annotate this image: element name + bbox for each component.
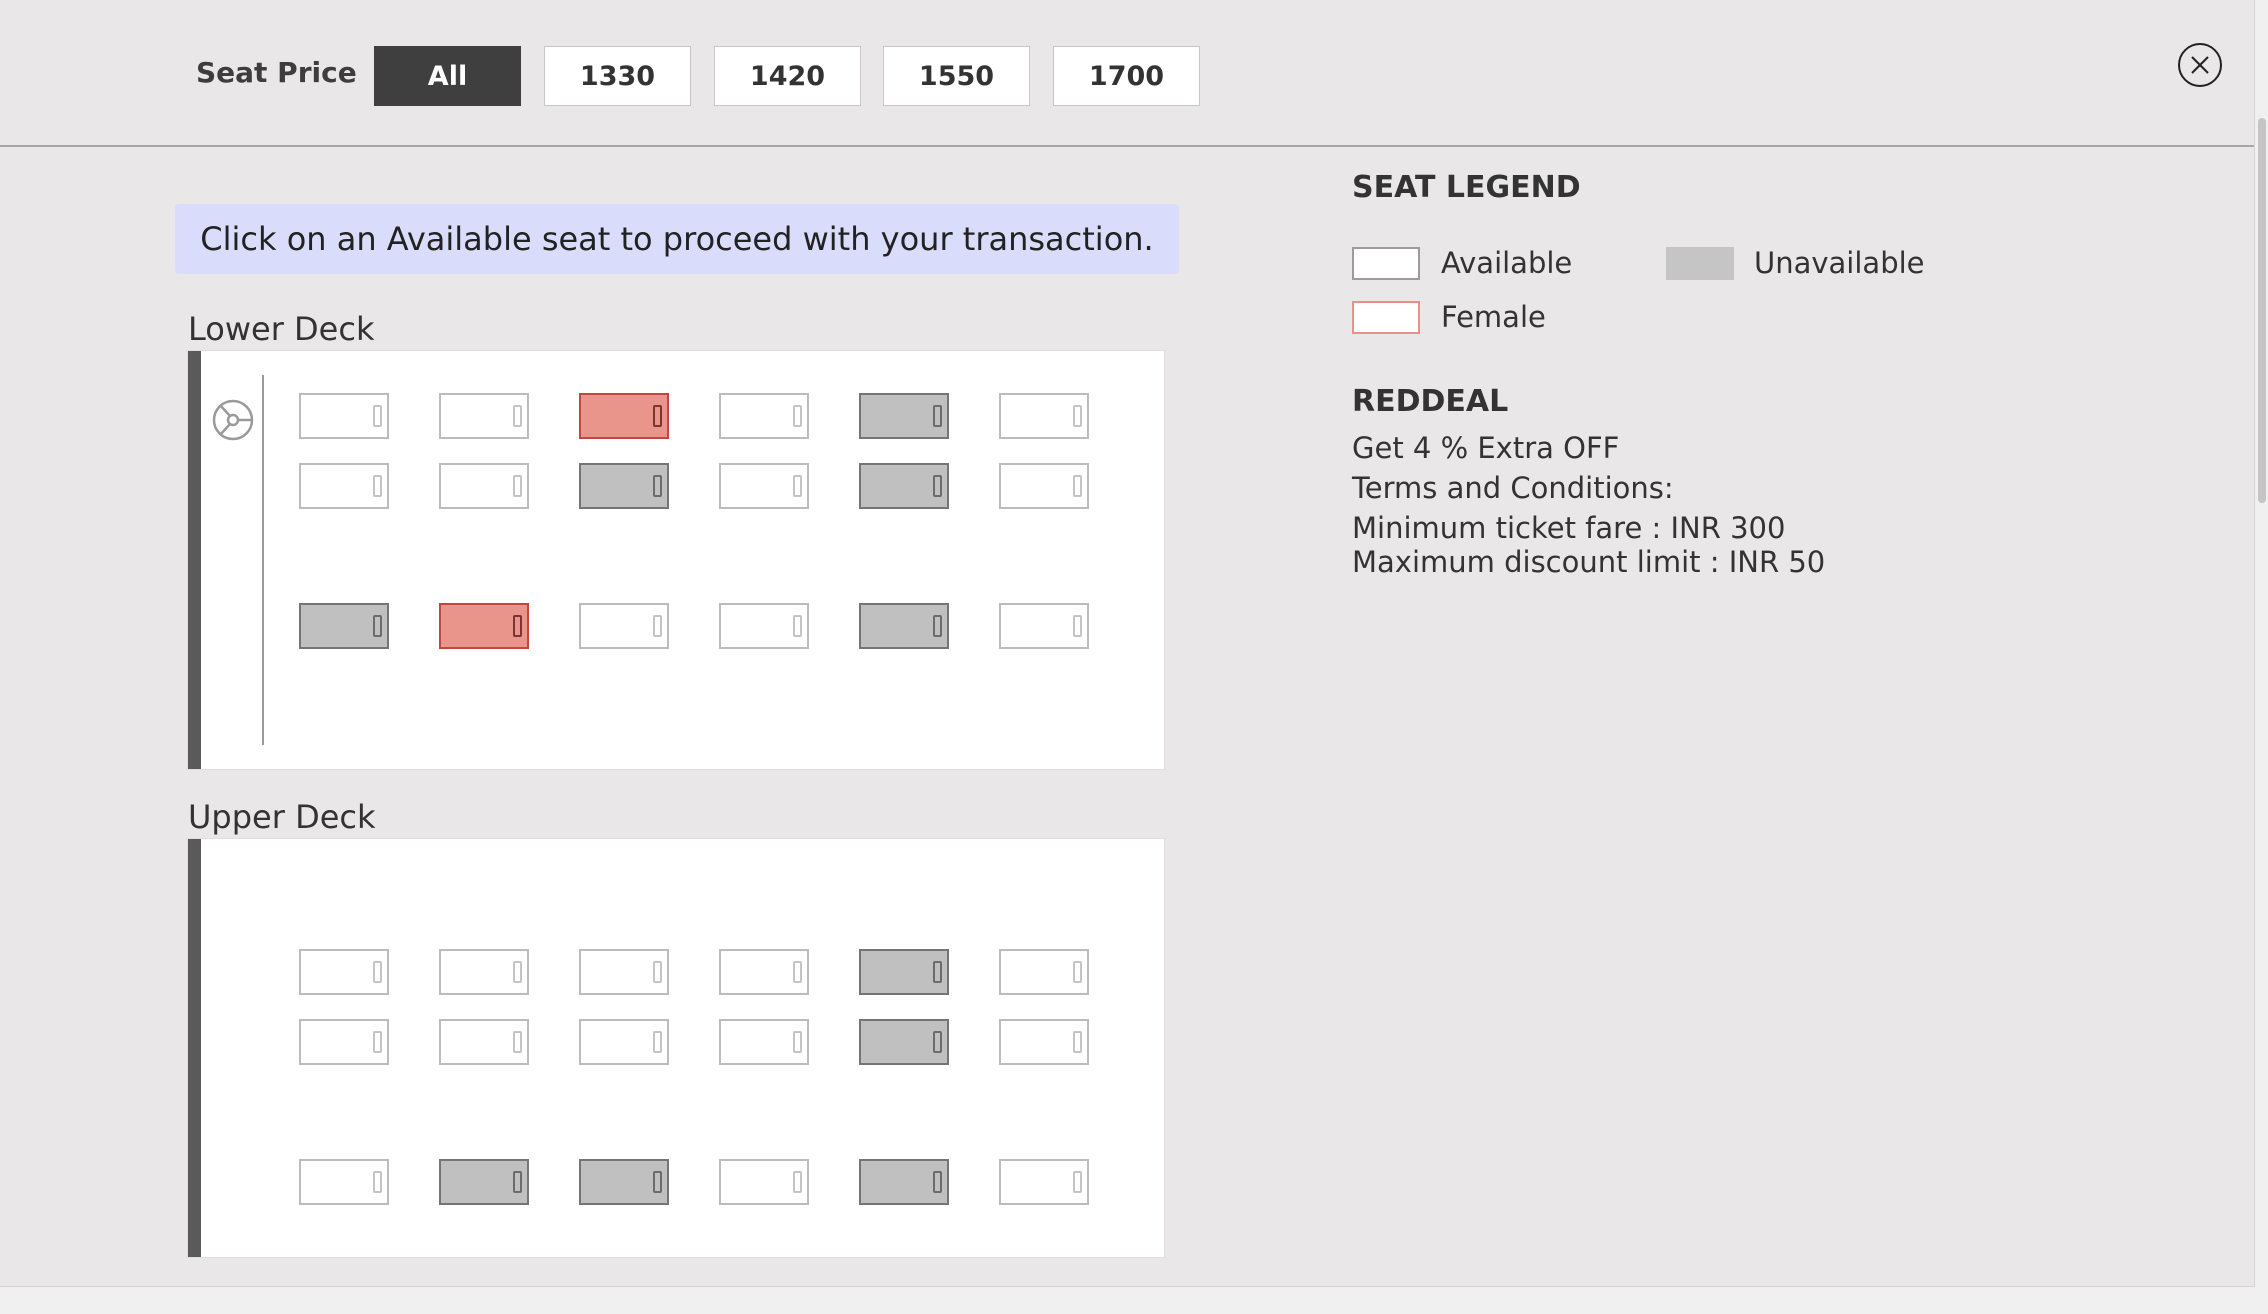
scrollbar-thumb[interactable] bbox=[2258, 118, 2266, 503]
upper-seat-r2-c5 bbox=[859, 1019, 949, 1065]
lower-seat-r3-c2[interactable] bbox=[439, 603, 529, 649]
legend-available-label: Available bbox=[1441, 246, 1573, 280]
upper-seat-r2-c6[interactable] bbox=[999, 1019, 1089, 1065]
lower-seat-r2-c1[interactable] bbox=[299, 463, 389, 509]
deal-title: REDDEAL bbox=[1352, 384, 1509, 419]
deal-terms-heading: Terms and Conditions: bbox=[1352, 471, 1674, 505]
upper-seat-r3-c4[interactable] bbox=[719, 1159, 809, 1205]
lower-seat-r2-c3 bbox=[579, 463, 669, 509]
lower-seat-r3-c5 bbox=[859, 603, 949, 649]
upper-deck bbox=[187, 838, 1165, 1258]
deck-edge bbox=[188, 351, 201, 769]
close-icon bbox=[2191, 56, 2209, 74]
upper-seat-r1-c5 bbox=[859, 949, 949, 995]
upper-seat-r1-c2[interactable] bbox=[439, 949, 529, 995]
price-filter-1420[interactable]: 1420 bbox=[714, 46, 861, 106]
upper-seat-r2-c2[interactable] bbox=[439, 1019, 529, 1065]
deck-edge bbox=[188, 839, 201, 1257]
lower-seat-r3-c3[interactable] bbox=[579, 603, 669, 649]
lower-seat-r1-c4[interactable] bbox=[719, 393, 809, 439]
price-filter-1700[interactable]: 1700 bbox=[1053, 46, 1200, 106]
seat-selection-modal: Seat Price All 1330 1420 1550 1700 Click… bbox=[0, 0, 2255, 1287]
lower-seat-r3-c1 bbox=[299, 603, 389, 649]
lower-seat-r2-c6[interactable] bbox=[999, 463, 1089, 509]
lower-seat-r3-c4[interactable] bbox=[719, 603, 809, 649]
deal-offer: Get 4 % Extra OFF bbox=[1352, 431, 1620, 465]
upper-seat-r1-c3[interactable] bbox=[579, 949, 669, 995]
upper-seat-r3-c6[interactable] bbox=[999, 1159, 1089, 1205]
price-filter-1330[interactable]: 1330 bbox=[544, 46, 691, 106]
upper-seat-r2-c1[interactable] bbox=[299, 1019, 389, 1065]
driver-divider bbox=[262, 375, 264, 745]
seat-legend-title: SEAT LEGEND bbox=[1352, 170, 1581, 205]
upper-seat-r1-c4[interactable] bbox=[719, 949, 809, 995]
lower-seat-r1-c6[interactable] bbox=[999, 393, 1089, 439]
close-button[interactable] bbox=[2178, 43, 2222, 87]
deal-min-fare: Minimum ticket fare : INR 300 bbox=[1352, 511, 1786, 545]
lower-seat-r3-c6[interactable] bbox=[999, 603, 1089, 649]
legend-available-swatch bbox=[1352, 247, 1420, 280]
instruction-banner: Click on an Available seat to proceed wi… bbox=[175, 204, 1179, 274]
lower-seat-r2-c2[interactable] bbox=[439, 463, 529, 509]
upper-seat-r3-c3 bbox=[579, 1159, 669, 1205]
upper-seat-r2-c3[interactable] bbox=[579, 1019, 669, 1065]
price-filter-all[interactable]: All bbox=[374, 46, 521, 106]
lower-seat-r1-c5 bbox=[859, 393, 949, 439]
price-filter-1550[interactable]: 1550 bbox=[883, 46, 1030, 106]
upper-deck-title: Upper Deck bbox=[188, 798, 376, 836]
lower-seat-r1-c3[interactable] bbox=[579, 393, 669, 439]
lower-seat-r1-c2[interactable] bbox=[439, 393, 529, 439]
lower-seat-r1-c1[interactable] bbox=[299, 393, 389, 439]
upper-seat-r1-c1[interactable] bbox=[299, 949, 389, 995]
steering-wheel-icon bbox=[212, 399, 254, 441]
lower-seat-r2-c4[interactable] bbox=[719, 463, 809, 509]
legend-unavailable-swatch bbox=[1666, 247, 1734, 280]
lower-deck-title: Lower Deck bbox=[188, 310, 375, 348]
upper-seat-r1-c6[interactable] bbox=[999, 949, 1089, 995]
upper-seat-r3-c2 bbox=[439, 1159, 529, 1205]
legend-female-swatch bbox=[1352, 301, 1420, 334]
lower-deck bbox=[187, 350, 1165, 770]
upper-seat-r3-c1[interactable] bbox=[299, 1159, 389, 1205]
price-filter-bar: Seat Price All 1330 1420 1550 1700 bbox=[0, 0, 2254, 147]
seat-price-label: Seat Price bbox=[196, 56, 357, 89]
lower-seat-r2-c5 bbox=[859, 463, 949, 509]
legend-unavailable-label: Unavailable bbox=[1754, 246, 1925, 280]
upper-seat-r3-c5 bbox=[859, 1159, 949, 1205]
legend-female-label: Female bbox=[1441, 300, 1546, 334]
deal-max-discount: Maximum discount limit : INR 50 bbox=[1352, 545, 1826, 579]
upper-seat-r2-c4[interactable] bbox=[719, 1019, 809, 1065]
